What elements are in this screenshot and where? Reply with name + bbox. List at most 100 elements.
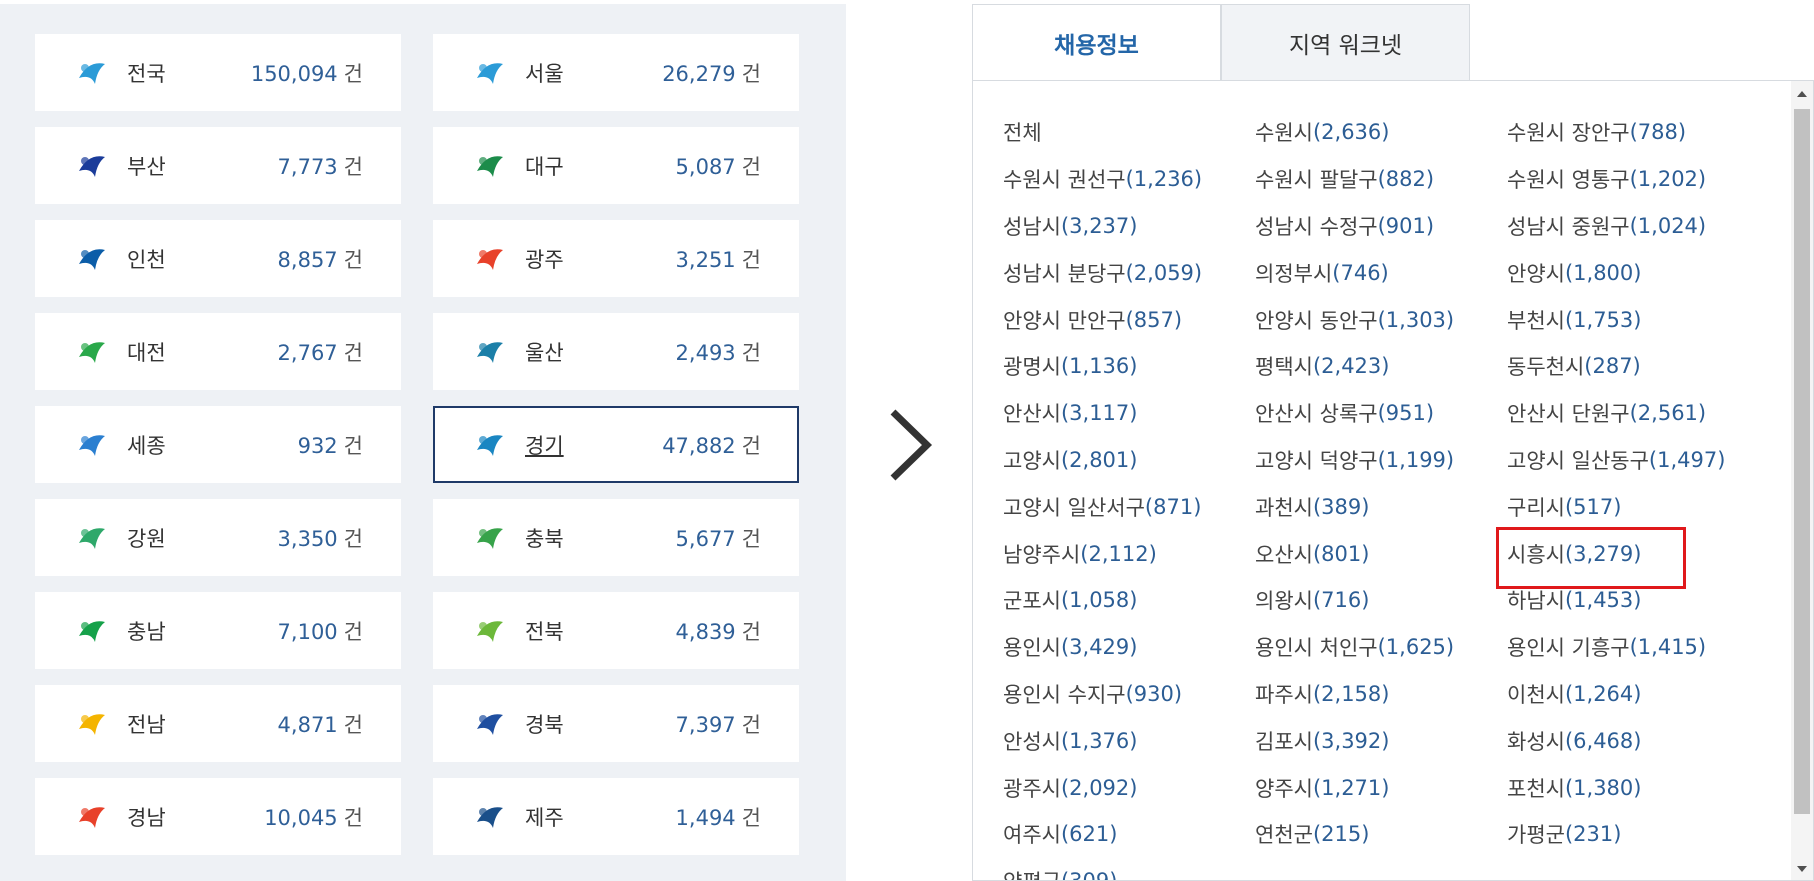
- city-link[interactable]: 수원시 팔달구 (882): [1255, 156, 1507, 203]
- city-count: (951): [1377, 401, 1435, 426]
- scroll-thumb[interactable]: [1794, 109, 1810, 814]
- scroll-up-icon[interactable]: [1795, 87, 1809, 101]
- city-link[interactable]: 고양시 덕양구 (1,199): [1255, 437, 1507, 484]
- city-link[interactable]: 김포시 (3,392): [1255, 717, 1507, 764]
- national-logo-icon: [73, 54, 111, 92]
- city-count: (2,801): [1060, 447, 1138, 472]
- scrollbar[interactable]: [1791, 81, 1813, 880]
- city-link[interactable]: 이천시 (1,264): [1507, 671, 1759, 718]
- city-link[interactable]: 용인시 (3,429): [1003, 624, 1255, 671]
- region-card[interactable]: 전북 4,839 건: [433, 592, 799, 669]
- region-count: 7,773 건: [278, 151, 363, 181]
- city-link[interactable]: 안양시 (1,800): [1507, 249, 1759, 296]
- region-name: 강원: [127, 526, 166, 551]
- region-card[interactable]: 충북 5,677 건: [433, 499, 799, 576]
- city-link[interactable]: 성남시 분당구 (2,059): [1003, 249, 1255, 296]
- city-link[interactable]: 안산시 상록구 (951): [1255, 390, 1507, 437]
- city-name: 이천시: [1507, 682, 1565, 707]
- city-name: 양주시: [1255, 776, 1313, 801]
- city-link[interactable]: 평택시 (2,423): [1255, 343, 1507, 390]
- region-card[interactable]: 경남 10,045 건: [35, 778, 401, 855]
- city-link[interactable]: 성남시 수정구 (901): [1255, 203, 1507, 250]
- city-link[interactable]: 안성시 (1,376): [1003, 717, 1255, 764]
- region-count-unit: 건: [741, 433, 761, 458]
- city-link[interactable]: 성남시 중원구 (1,024): [1507, 203, 1759, 250]
- city-link[interactable]: 군포시 (1,058): [1003, 577, 1255, 624]
- region-count: 150,094 건: [251, 58, 363, 88]
- city-count: (1,199): [1377, 447, 1455, 472]
- region-card[interactable]: 경북 7,397 건: [433, 685, 799, 762]
- city-link[interactable]: 안산시 (3,117): [1003, 390, 1255, 437]
- region-count-unit: 건: [741, 340, 761, 365]
- city-link[interactable]: 고양시 (2,801): [1003, 437, 1255, 484]
- city-link[interactable]: 가평군 (231): [1507, 811, 1759, 858]
- city-link[interactable]: 고양시 일산동구 (1,497): [1507, 437, 1759, 484]
- region-card[interactable]: 충남 7,100 건: [35, 592, 401, 669]
- city-name: 성남시 수정구: [1255, 214, 1378, 239]
- city-link[interactable]: 과천시 (389): [1255, 483, 1507, 530]
- region-card[interactable]: 경기 47,882 건: [433, 406, 799, 483]
- city-link[interactable]: 파주시 (2,158): [1255, 671, 1507, 718]
- city-count: (621): [1060, 822, 1118, 847]
- city-link[interactable]: 의왕시 (716): [1255, 577, 1507, 624]
- city-link[interactable]: 오산시 (801): [1255, 530, 1507, 577]
- tab-job-info[interactable]: 채용정보: [972, 4, 1221, 80]
- region-count: 5,087 건: [676, 151, 761, 181]
- city-count: (517): [1564, 494, 1622, 519]
- city-link[interactable]: 전체: [1003, 109, 1255, 156]
- city-link[interactable]: 양평군(309): [1003, 858, 1255, 880]
- city-link[interactable]: 동두천시 (287): [1507, 343, 1759, 390]
- city-link[interactable]: 용인시 기흥구 (1,415): [1507, 624, 1759, 671]
- region-card[interactable]: 대전 2,767 건: [35, 313, 401, 390]
- city-link[interactable]: 여주시 (621): [1003, 811, 1255, 858]
- city-link[interactable]: 광주시 (2,092): [1003, 764, 1255, 811]
- region-count-unit: 건: [741, 154, 761, 179]
- city-link[interactable]: 안양시 동안구 (1,303): [1255, 296, 1507, 343]
- region-count-value: 8,857: [277, 247, 338, 272]
- region-count-unit: 건: [343, 61, 363, 86]
- region-card[interactable]: 세종 932 건: [35, 406, 401, 483]
- city-link[interactable]: 화성시 (6,468): [1507, 717, 1759, 764]
- city-list: 전체 수원시 (2,636) 수원시 장안구 (788) 수원시 권선구 (1,236) 수원…: [1003, 109, 1759, 880]
- region-card[interactable]: 강원 3,350 건: [35, 499, 401, 576]
- city-link[interactable]: 수원시 (2,636): [1255, 109, 1507, 156]
- city-link[interactable]: 광명시 (1,136): [1003, 343, 1255, 390]
- region-card[interactable]: 제주 1,494 건: [433, 778, 799, 855]
- region-card[interactable]: 인천 8,857 건: [35, 220, 401, 297]
- city-count: (930): [1125, 681, 1183, 706]
- region-count-value: 10,045: [264, 805, 338, 830]
- region-name: 부산: [127, 154, 166, 179]
- city-link[interactable]: 용인시 처인구 (1,625): [1255, 624, 1507, 671]
- tab-regional-worknet[interactable]: 지역 워크넷: [1221, 4, 1470, 80]
- city-name: 파주시: [1255, 682, 1313, 707]
- city-link[interactable]: 포천시 (1,380): [1507, 764, 1759, 811]
- region-card[interactable]: 광주 3,251 건: [433, 220, 799, 297]
- city-link[interactable]: 수원시 영통구 (1,202): [1507, 156, 1759, 203]
- city-link[interactable]: 의정부시 (746): [1255, 249, 1507, 296]
- region-name: 전남: [127, 712, 166, 737]
- city-link[interactable]: 성남시 (3,237): [1003, 203, 1255, 250]
- region-card[interactable]: 부산 7,773 건: [35, 127, 401, 204]
- region-count-value: 3,251: [675, 247, 736, 272]
- region-card[interactable]: 전국 150,094 건: [35, 34, 401, 111]
- region-card[interactable]: 울산 2,493 건: [433, 313, 799, 390]
- city-link[interactable]: 고양시 일산서구 (871): [1003, 483, 1255, 530]
- region-name: 광주: [525, 247, 564, 272]
- region-name: 전국: [127, 61, 166, 86]
- city-link[interactable]: 안산시 단원구 (2,561): [1507, 390, 1759, 437]
- city-name: 안산시 단원구: [1507, 402, 1630, 427]
- city-link[interactable]: 남양주시 (2,112): [1003, 530, 1255, 577]
- city-name: 수원시: [1255, 121, 1313, 146]
- city-link[interactable]: 구리시 (517): [1507, 483, 1759, 530]
- city-link[interactable]: 수원시 권선구 (1,236): [1003, 156, 1255, 203]
- scroll-down-icon[interactable]: [1795, 862, 1809, 876]
- city-link[interactable]: 안양시 만안구 (857): [1003, 296, 1255, 343]
- city-link[interactable]: 양주시 (1,271): [1255, 764, 1507, 811]
- region-card[interactable]: 전남 4,871 건: [35, 685, 401, 762]
- city-link[interactable]: 연천군 (215): [1255, 811, 1507, 858]
- city-link[interactable]: 수원시 장안구 (788): [1507, 109, 1759, 156]
- region-card[interactable]: 서울 26,279 건: [433, 34, 799, 111]
- city-link[interactable]: 용인시 수지구 (930): [1003, 671, 1255, 718]
- city-link[interactable]: 부천시 (1,753): [1507, 296, 1759, 343]
- region-card[interactable]: 대구 5,087 건: [433, 127, 799, 204]
